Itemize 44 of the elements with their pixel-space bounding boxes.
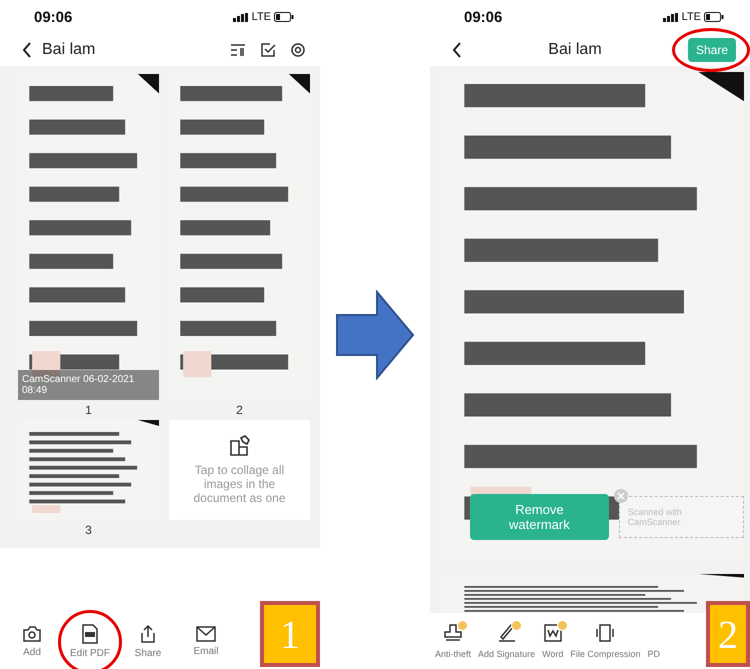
compress-icon — [595, 623, 616, 643]
toolbar-button[interactable]: Anti-theft — [432, 623, 474, 659]
toolbar-button[interactable]: Email — [180, 626, 232, 656]
checkbox-icon[interactable] — [260, 42, 276, 58]
share-icon — [139, 624, 157, 644]
word-file-icon — [542, 623, 563, 643]
toolbar-button[interactable]: Word — [539, 623, 566, 659]
back-icon[interactable] — [22, 42, 32, 58]
page-title: Bai lam — [42, 41, 96, 59]
toolbar-button[interactable]: Add Signature — [475, 623, 538, 659]
close-icon[interactable] — [614, 489, 628, 503]
back-icon[interactable] — [452, 42, 462, 58]
toolbar-button[interactable]: Edit PDF — [64, 624, 116, 658]
battery-icon — [274, 12, 294, 22]
collage-card[interactable]: Tap to collage all images in the document as one — [169, 420, 310, 520]
scan-caption: CamScanner 06-02-2021 08:49 — [18, 370, 159, 400]
sort-icon[interactable] — [230, 43, 246, 57]
share-button[interactable]: Share — [688, 38, 736, 62]
stamp-icon — [443, 623, 464, 643]
status-time: 09:06 — [34, 8, 72, 26]
toolbar-button[interactable]: Share — [122, 624, 174, 658]
page-number: 3 — [85, 522, 92, 539]
pen-icon — [496, 623, 517, 643]
toolbar-button[interactable]: PD — [644, 623, 663, 659]
page-number: 2 — [236, 402, 243, 419]
pdf-file-icon — [81, 624, 99, 644]
step-badge: 1 — [260, 601, 320, 667]
toolbar-button[interactable]: Add — [6, 624, 58, 658]
page-number: 1 — [85, 402, 92, 419]
camera-icon — [22, 624, 42, 642]
toolbar-button[interactable]: File Compression — [567, 623, 644, 659]
remove-watermark-button[interactable]: Remove watermark — [470, 494, 609, 540]
page-title: Bai lam — [547, 41, 603, 59]
collage-hint: Tap to collage all images in the document as one — [192, 463, 287, 505]
envelope-icon — [196, 626, 216, 642]
puzzle-icon — [228, 435, 250, 457]
status-time: 09:06 — [464, 8, 502, 26]
step-badge: 2 — [706, 601, 750, 667]
settings-icon[interactable] — [290, 42, 306, 58]
signal-icon — [662, 12, 679, 22]
network-label: LTE — [252, 11, 271, 23]
battery-icon — [704, 12, 724, 22]
network-label: LTE — [682, 11, 701, 23]
signal-icon — [232, 12, 249, 22]
